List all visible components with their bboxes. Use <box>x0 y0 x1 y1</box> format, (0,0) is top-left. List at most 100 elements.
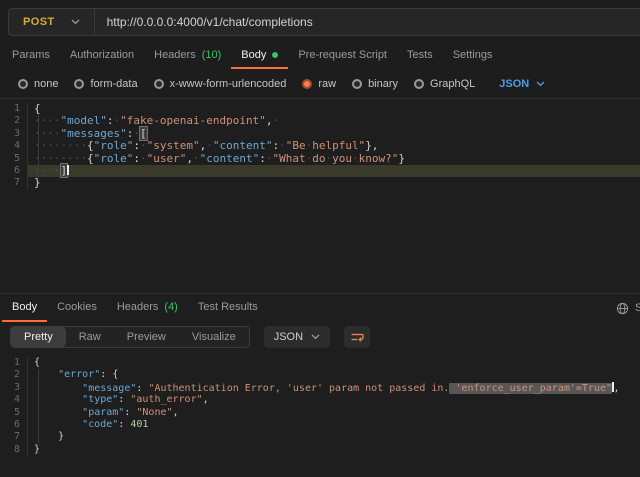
headers-count-badge: (4) <box>164 301 177 313</box>
tab-response-body[interactable]: Body <box>2 294 47 322</box>
code-token: 'enforce_user_param'=True" <box>449 383 612 394</box>
code-token: ········ <box>34 152 87 165</box>
response-meta: S <box>616 294 640 322</box>
code-line[interactable]: 8} <box>0 444 640 456</box>
radio-x-www-form-urlencoded[interactable]: x-www-form-urlencoded <box>154 78 287 90</box>
response-toolbar: Pretty Raw Preview Visualize JSON <box>0 322 640 352</box>
code-line[interactable]: 1{ <box>0 357 640 369</box>
code-token: ···· <box>34 127 61 140</box>
radio-form-data[interactable]: form-data <box>74 78 137 90</box>
tab-label: Tests <box>407 49 433 61</box>
radio-raw[interactable]: raw <box>302 78 336 90</box>
view-visualize[interactable]: Visualize <box>179 327 249 347</box>
code-token: ···· <box>34 114 61 127</box>
code-line[interactable]: 3 "message": "Authentication Error, 'use… <box>0 382 640 394</box>
method-label: POST <box>23 16 55 28</box>
tab-pre-request-script[interactable]: Pre-request Script <box>288 43 397 69</box>
method-selector[interactable]: POST <box>9 9 94 35</box>
radio-graphql[interactable]: GraphQL <box>414 78 475 90</box>
code-token: helpful" <box>312 139 365 152</box>
view-label: Visualize <box>192 331 236 343</box>
code-token: "None" <box>136 407 172 418</box>
body-format-select[interactable]: JSON <box>499 78 545 90</box>
code-token: { <box>34 357 40 368</box>
url-input[interactable]: http://0.0.0.0:4000/v1/chat/completions <box>95 15 313 29</box>
tab-label: Pre-request Script <box>298 49 387 61</box>
radio-icon <box>18 79 28 89</box>
code-line[interactable]: 7} <box>0 177 640 189</box>
code-token: "content" <box>200 152 260 165</box>
code-token: : <box>133 152 140 165</box>
line-number: 2 <box>0 115 28 127</box>
code-token: } <box>34 176 41 189</box>
code-line[interactable]: 6 "code": 401 <box>0 419 640 431</box>
tab-label: Body <box>241 49 266 61</box>
code-token: · <box>279 139 286 152</box>
tab-test-results[interactable]: Test Results <box>188 294 268 322</box>
code-token: "model" <box>61 114 107 127</box>
code-token: "message" <box>82 383 136 394</box>
radio-binary[interactable]: binary <box>352 78 398 90</box>
code-token: "Authentication Error, 'user' param not … <box>148 383 449 394</box>
tab-body[interactable]: Body <box>231 43 288 69</box>
tab-authorization[interactable]: Authorization <box>60 43 144 69</box>
code-token: · <box>206 139 213 152</box>
code-token: "role" <box>94 152 134 165</box>
code-token: ] <box>61 164 68 177</box>
view-preview[interactable]: Preview <box>114 327 179 347</box>
tab-settings[interactable]: Settings <box>443 43 503 69</box>
tab-label: Params <box>12 49 50 61</box>
tab-response-cookies[interactable]: Cookies <box>47 294 107 322</box>
code-token: "user" <box>147 152 187 165</box>
line-number: 3 <box>0 382 28 394</box>
radio-label: x-www-form-urlencoded <box>170 78 287 90</box>
radio-icon <box>414 79 424 89</box>
code-token: { <box>87 139 94 152</box>
wrap-lines-button[interactable] <box>344 326 370 348</box>
line-number: 3 <box>0 128 28 140</box>
radio-icon <box>352 79 362 89</box>
code-token: ········ <box>34 139 87 152</box>
code-line[interactable]: 4 "type": "auth_error", <box>0 394 640 406</box>
request-body-editor[interactable]: 1{2····"model":·"fake-openai-endpoint",·… <box>0 99 640 293</box>
tab-params[interactable]: Params <box>2 43 60 69</box>
code-token: 401 <box>130 419 148 430</box>
code-line[interactable]: 2 "error": { <box>0 369 640 381</box>
view-raw[interactable]: Raw <box>66 327 114 347</box>
format-value: JSON <box>499 78 529 90</box>
code-token: , <box>173 407 179 418</box>
radio-none[interactable]: none <box>18 78 58 90</box>
code-line[interactable]: 7 } <box>0 431 640 443</box>
tab-tests[interactable]: Tests <box>397 43 443 69</box>
line-number: 6 <box>0 419 28 431</box>
globe-icon[interactable] <box>616 302 629 315</box>
format-value: JSON <box>274 331 303 343</box>
code-line[interactable]: 5 "param": "None", <box>0 407 640 419</box>
code-token: "param" <box>82 407 124 418</box>
code-token <box>34 407 82 418</box>
code-token: : <box>133 139 140 152</box>
code-token: , <box>203 394 209 405</box>
code-token: "auth_error" <box>130 394 202 405</box>
radio-label: form-data <box>90 78 137 90</box>
code-line[interactable]: 5········{"role":·"user",·"content":·"Wh… <box>0 153 640 165</box>
view-pretty[interactable]: Pretty <box>11 327 66 347</box>
tab-response-headers[interactable]: Headers(4) <box>107 294 188 322</box>
code-line[interactable]: 6····] <box>0 165 640 177</box>
response-body-editor[interactable]: 1{2 "error": {3 "message": "Authenticati… <box>0 352 640 477</box>
code-token: · <box>272 114 279 127</box>
headers-count-badge: (10) <box>202 49 222 61</box>
code-token: "type" <box>82 394 118 405</box>
code-token: , <box>614 383 620 394</box>
response-tabs: Body Cookies Headers(4) Test Results S <box>0 294 640 322</box>
radio-icon <box>74 79 84 89</box>
code-token: do <box>312 152 325 165</box>
line-number: 2 <box>0 369 28 381</box>
line-number: 5 <box>0 407 28 419</box>
response-format-select[interactable]: JSON <box>264 326 330 348</box>
code-token: "Be <box>286 139 306 152</box>
line-number: 1 <box>0 357 28 369</box>
tab-headers[interactable]: Headers(10) <box>144 43 231 69</box>
code-token: "role" <box>94 139 134 152</box>
code-token: · <box>193 152 200 165</box>
